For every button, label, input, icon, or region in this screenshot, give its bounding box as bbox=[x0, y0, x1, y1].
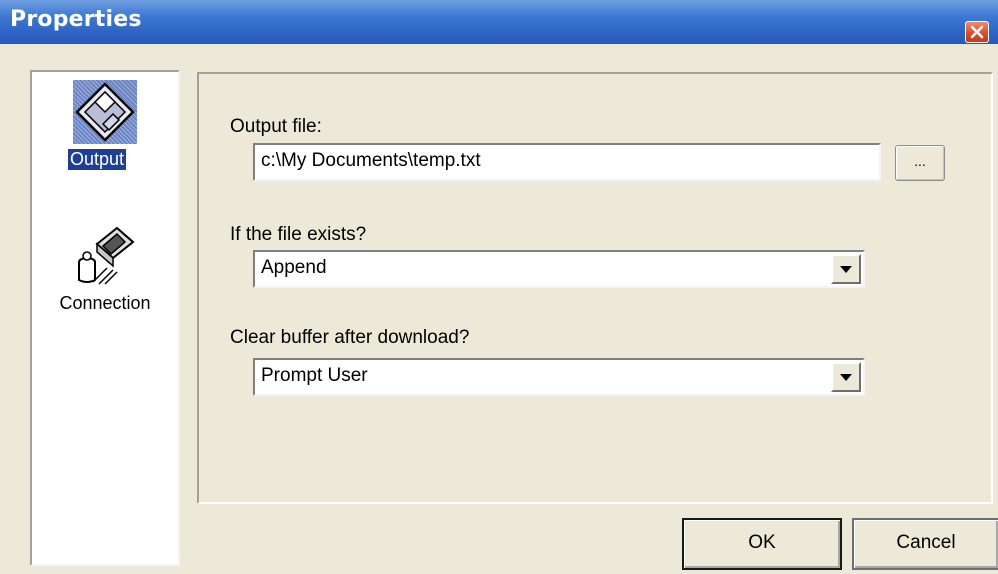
output-file-label: Output file: bbox=[230, 116, 322, 137]
sidebar-item-output[interactable]: Output bbox=[32, 80, 178, 170]
clear-buffer-dropdown[interactable]: Prompt User bbox=[253, 358, 865, 396]
title-bar[interactable]: Properties bbox=[0, 0, 998, 44]
chevron-down-icon[interactable] bbox=[831, 362, 861, 392]
clear-buffer-label: Clear buffer after download? bbox=[230, 327, 470, 348]
file-exists-value: Append bbox=[261, 257, 327, 278]
category-sidebar: Output Connection bbox=[30, 70, 180, 566]
chevron-down-icon[interactable] bbox=[831, 254, 861, 284]
close-button[interactable] bbox=[965, 21, 989, 43]
file-exists-label: If the file exists? bbox=[230, 224, 367, 245]
modem-phone-icon bbox=[73, 222, 137, 286]
browse-button[interactable]: ... bbox=[895, 145, 945, 181]
sidebar-item-label: Connection bbox=[59, 293, 151, 313]
close-icon bbox=[970, 25, 984, 39]
cancel-button[interactable]: Cancel bbox=[852, 518, 998, 570]
window-title: Properties bbox=[10, 7, 142, 32]
floppy-disk-icon bbox=[73, 80, 137, 144]
clear-buffer-value: Prompt User bbox=[261, 365, 368, 386]
ok-button[interactable]: OK bbox=[682, 518, 842, 570]
output-file-input[interactable]: c:\My Documents\temp.txt bbox=[253, 143, 881, 181]
file-exists-dropdown[interactable]: Append bbox=[253, 250, 865, 288]
sidebar-item-connection[interactable]: Connection bbox=[32, 222, 178, 314]
properties-dialog: Properties Output Connection Output file… bbox=[0, 0, 998, 574]
sidebar-item-label: Output bbox=[68, 149, 127, 170]
